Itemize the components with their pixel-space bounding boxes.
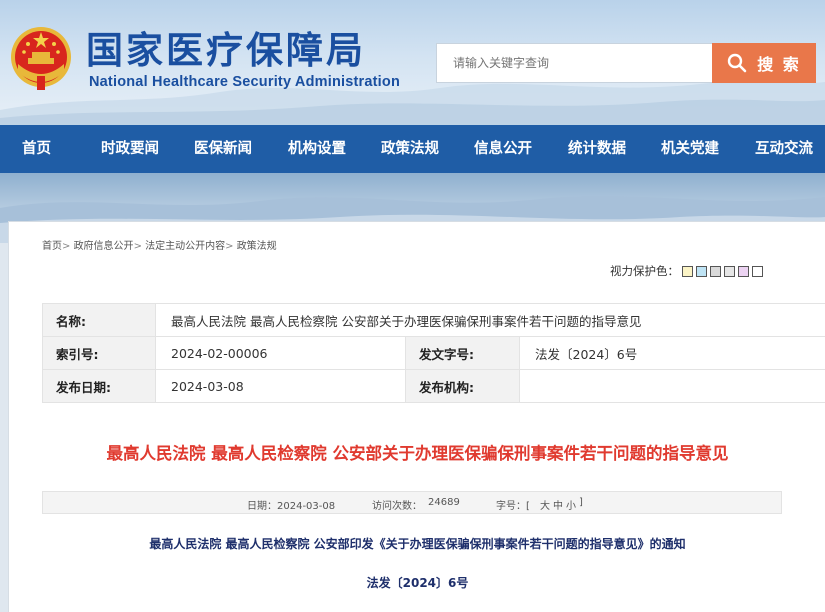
nav-item-political-news[interactable]: 时政要闻 bbox=[101, 125, 159, 173]
site-title: 国家医疗保障局 bbox=[86, 28, 366, 72]
breadcrumb: 首页> 政府信息公开> 法定主动公开内容> 政策法规 bbox=[42, 237, 277, 252]
breadcrumb-separator: > bbox=[62, 241, 74, 252]
search-button[interactable]: 搜 索 bbox=[712, 43, 816, 83]
national-emblem-icon bbox=[11, 27, 71, 90]
eye-care-swatch-light-gray[interactable] bbox=[724, 265, 735, 277]
name-value: 最高人民法院 最高人民检察院 公安部关于办理医保骗保刑事案件若干问题的指导意见 bbox=[155, 303, 825, 337]
nav-item-medical-insurance-news[interactable]: 医保新闻 bbox=[194, 125, 252, 173]
doc-number-value: 法发〔2024〕6号 bbox=[519, 336, 825, 370]
name-label: 名称: bbox=[42, 303, 156, 337]
nav-item-party-building[interactable]: 机关党建 bbox=[661, 125, 719, 173]
table-row: 名称: 最高人民法院 最高人民检察院 公安部关于办理医保骗保刑事案件若干问题的指… bbox=[42, 303, 825, 337]
publish-date-label: 发布日期: bbox=[42, 369, 156, 403]
notice-heading: 最高人民法院 最高人民检察院 公安部印发《关于办理医保骗保刑事案件若干问题的指导… bbox=[149, 537, 686, 551]
eye-care-swatch-white[interactable] bbox=[752, 265, 763, 277]
eye-care-swatch-blue[interactable] bbox=[696, 265, 707, 277]
breadcrumb-policies[interactable]: 政策法规 bbox=[237, 241, 277, 252]
search-input[interactable] bbox=[436, 43, 713, 83]
nav-item-information-disclosure[interactable]: 信息公开 bbox=[474, 125, 532, 173]
document-number-heading: 法发〔2024〕6号 bbox=[366, 576, 469, 590]
font-size-bracket: ] bbox=[579, 497, 583, 508]
eye-care-swatch-gray[interactable] bbox=[710, 265, 721, 277]
eye-care-swatch-yellow[interactable] bbox=[682, 265, 693, 277]
publishing-org-label: 发布机构: bbox=[405, 369, 520, 403]
breadcrumb-separator: > bbox=[225, 241, 237, 252]
font-size-medium-button[interactable]: 中 bbox=[553, 497, 563, 512]
eye-care-colors: 视力保护色： bbox=[610, 263, 763, 279]
site-subtitle: National Healthcare Security Administrat… bbox=[89, 74, 401, 90]
font-size-large-button[interactable]: 大 bbox=[540, 497, 550, 512]
search-button-label: 搜 索 bbox=[757, 55, 801, 74]
eye-care-label: 视力保护色： bbox=[610, 264, 679, 278]
article-date: 日期：2024-03-08 bbox=[247, 501, 336, 512]
site-header: 国家医疗保障局 National Healthcare Security Adm… bbox=[0, 0, 825, 125]
nav-item-policies[interactable]: 政策法规 bbox=[381, 125, 439, 173]
main-nav: 首页 时政要闻 医保新闻 机构设置 政策法规 信息公开 统计数据 机关党建 互动… bbox=[0, 125, 825, 173]
breadcrumb-separator: > bbox=[133, 241, 146, 252]
publish-date-value: 2024-03-08 bbox=[155, 369, 406, 403]
publishing-org-value bbox=[519, 369, 825, 403]
index-value: 2024-02-00006 bbox=[155, 336, 406, 370]
article-info-bar: 日期：2024-03-08 访问次数： 24689 字号：[ 大 中 小 ] bbox=[42, 491, 782, 514]
breadcrumb-gov-info[interactable]: 政府信息公开 bbox=[74, 241, 134, 252]
document-metadata-table: 名称: 最高人民法院 最高人民检察院 公安部关于办理医保骗保刑事案件若干问题的指… bbox=[42, 303, 825, 403]
table-row: 发布日期: 2024-03-08 发布机构: bbox=[42, 369, 825, 403]
font-size-small-button[interactable]: 小 bbox=[566, 497, 576, 512]
breadcrumb-home[interactable]: 首页 bbox=[42, 241, 62, 252]
table-row: 索引号: 2024-02-00006 发文字号: 法发〔2024〕6号 bbox=[42, 336, 825, 370]
breadcrumb-statutory-disclosure[interactable]: 法定主动公开内容 bbox=[145, 241, 225, 252]
eye-care-swatch-purple[interactable] bbox=[738, 265, 749, 277]
doc-number-label: 发文字号: bbox=[405, 336, 520, 370]
visits-count: 24689 bbox=[428, 497, 460, 508]
font-size-label: 字号：[ bbox=[496, 501, 530, 512]
nav-item-home[interactable]: 首页 bbox=[22, 125, 51, 173]
nav-item-organization[interactable]: 机构设置 bbox=[288, 125, 346, 173]
nav-item-statistics[interactable]: 统计数据 bbox=[568, 125, 626, 173]
content-panel: 首页> 政府信息公开> 法定主动公开内容> 政策法规 视力保护色： 名称: 最高… bbox=[8, 221, 825, 612]
nav-item-interaction[interactable]: 互动交流 bbox=[755, 125, 813, 173]
document-title: 最高人民法院 最高人民检察院 公安部关于办理医保骗保刑事案件若干问题的指导意见 bbox=[106, 444, 729, 463]
search-icon bbox=[728, 53, 747, 73]
index-label: 索引号: bbox=[42, 336, 156, 370]
visits-label: 访问次数： bbox=[372, 501, 422, 512]
